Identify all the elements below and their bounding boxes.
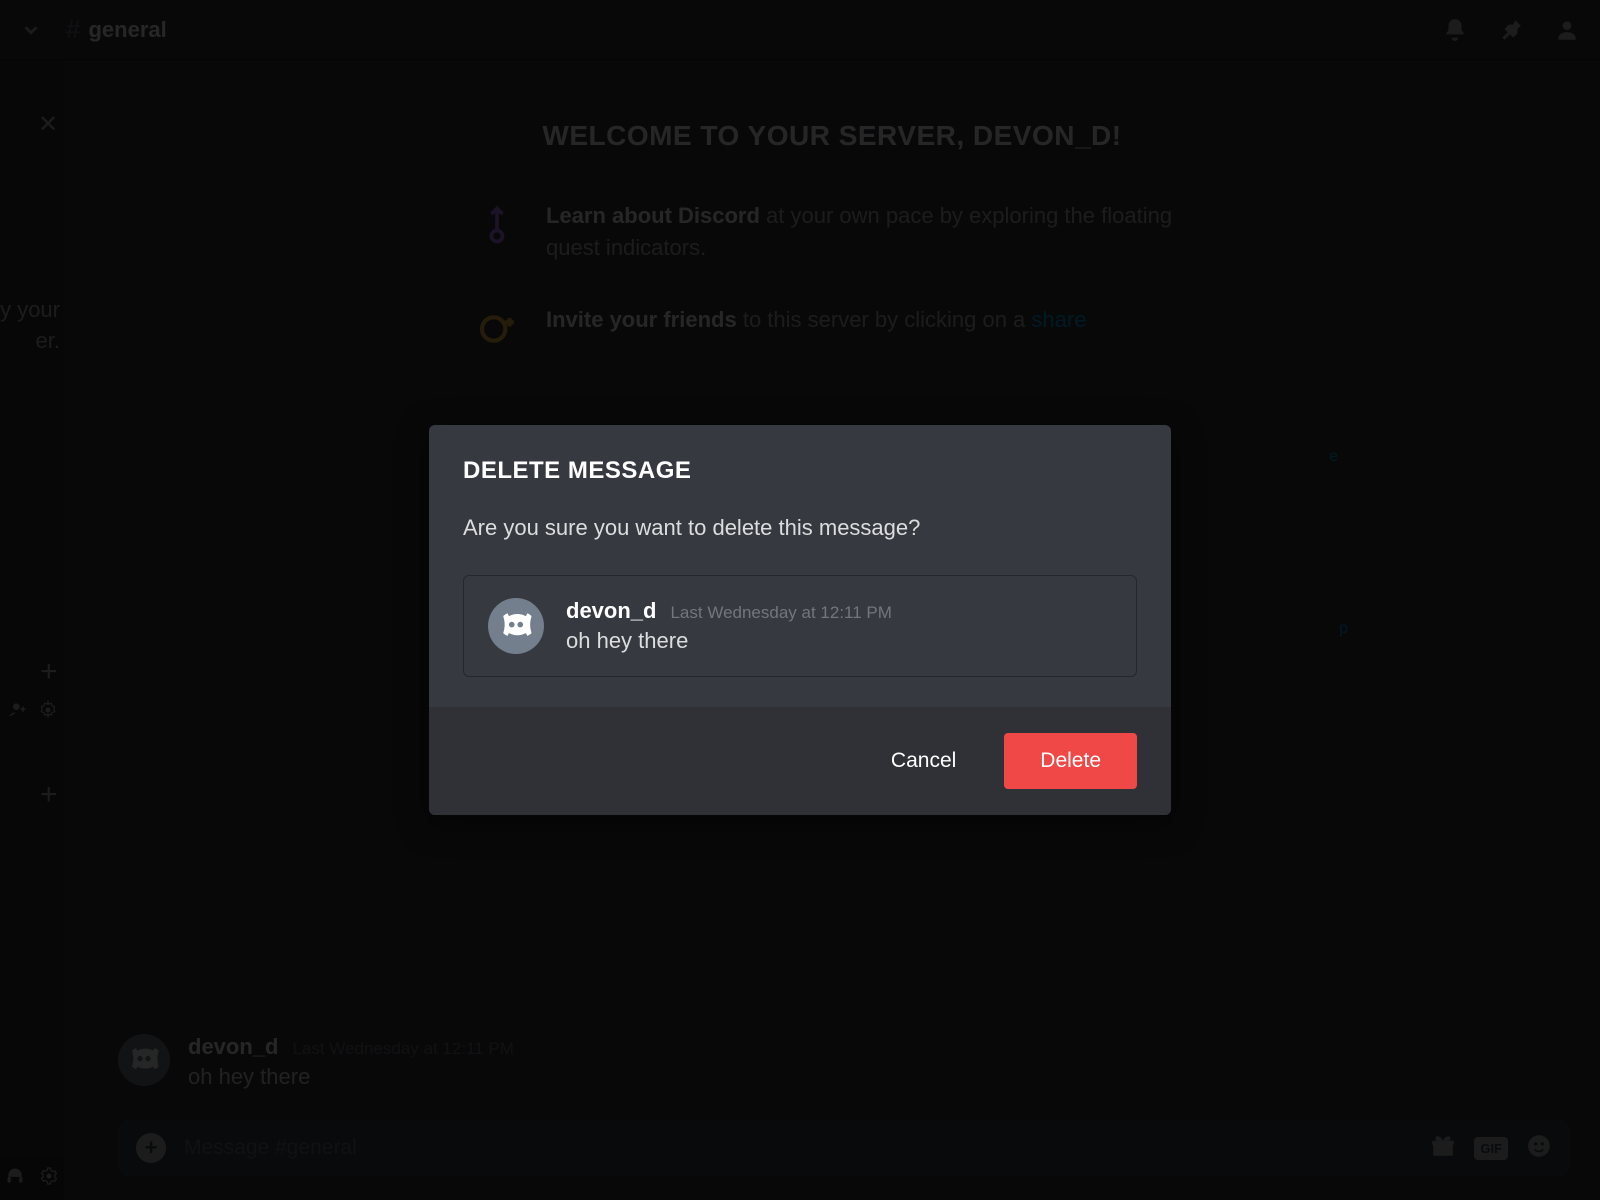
modal-overlay[interactable]: DELETE MESSAGE Are you sure you want to … [0,0,1600,1200]
delete-message-modal: DELETE MESSAGE Are you sure you want to … [429,425,1171,815]
avatar [488,598,544,654]
message-preview: devon_d Last Wednesday at 12:11 PM oh he… [463,575,1137,677]
preview-timestamp: Last Wednesday at 12:11 PM [670,603,891,623]
preview-author: devon_d [566,598,656,624]
modal-question: Are you sure you want to delete this mes… [463,515,1137,541]
cancel-button[interactable]: Cancel [871,735,976,787]
preview-content: oh hey there [566,628,892,654]
modal-title: DELETE MESSAGE [463,457,1137,485]
delete-button[interactable]: Delete [1004,733,1137,789]
